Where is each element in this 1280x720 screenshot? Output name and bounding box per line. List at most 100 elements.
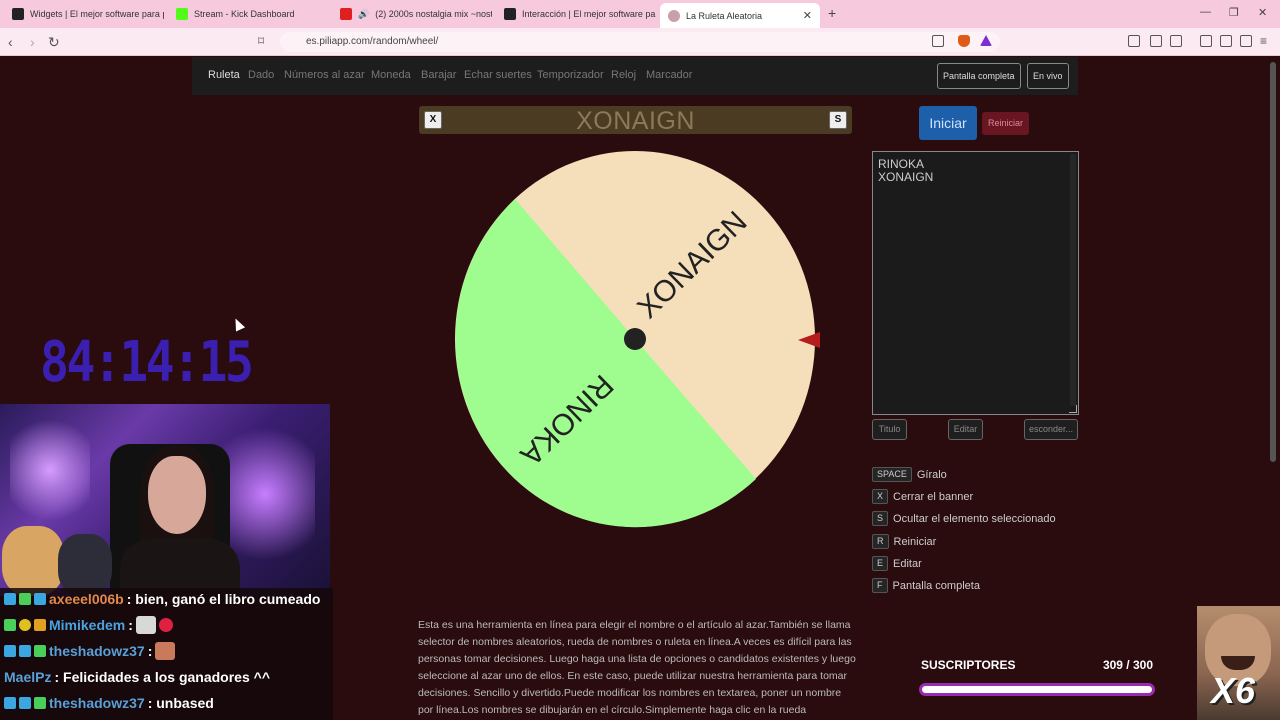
extensions-icon[interactable] <box>1150 35 1162 47</box>
description-text: Esta es una herramienta en línea para el… <box>418 619 856 716</box>
name-entry: XONAIGN <box>878 170 934 184</box>
browser-tab-bar: Widgets | El mejor software para po Stre… <box>0 0 1280 28</box>
youtube-icon <box>340 8 352 20</box>
edit-button[interactable]: Editar <box>948 419 983 440</box>
sidebar-icon[interactable] <box>1220 35 1232 47</box>
live-button[interactable]: En vivo <box>1027 63 1069 89</box>
shortcut-key: F <box>872 578 888 593</box>
chat-overlay: axeeel006b : bien, ganó el libro cumeado… <box>0 588 333 720</box>
tab-label: Interacción | El mejor software para <box>522 9 656 19</box>
subscriber-goal: SUSCRIPTORES 309 / 300 <box>914 654 1160 702</box>
back-icon[interactable]: ‹ <box>8 34 13 50</box>
shortcut-f: F Pantalla completa <box>872 578 980 593</box>
url-text: es.piliapp.com/random/wheel/ <box>306 36 439 47</box>
chat-username: MaelPz <box>4 669 52 685</box>
menu-icon[interactable]: ≡ <box>1260 34 1267 48</box>
chat-text: : unbased <box>147 695 214 711</box>
badge-icon <box>19 697 31 709</box>
nav-barajar[interactable]: Barajar <box>421 69 456 81</box>
brave-shield-icon[interactable] <box>958 35 970 47</box>
shortcut-key: SPACE <box>872 467 912 482</box>
title-button[interactable]: Titulo <box>872 419 907 440</box>
badge-icon <box>4 697 16 709</box>
chat-message: theshadowz37 : unbased <box>4 692 214 714</box>
resize-handle-icon[interactable] <box>1069 405 1077 413</box>
badge-icon <box>4 593 16 605</box>
result-banner: X XONAIGN S <box>419 106 852 135</box>
shortcut-label: Reiniciar <box>893 535 937 548</box>
browser-tab[interactable]: Widgets | El mejor software para po <box>4 3 164 25</box>
subs-count: 309 / 300 <box>1102 658 1153 672</box>
bookmark-icon[interactable]: ⌑ <box>258 34 264 48</box>
minimize-button[interactable]: — <box>1200 6 1211 18</box>
browser-toolbar: ‹ › ↻ ⌑ es.piliapp.com/random/wheel/ ≡ <box>0 28 1280 56</box>
reload-icon[interactable]: ↻ <box>48 34 60 51</box>
chat-username: axeeel006b <box>49 591 124 607</box>
chat-message: axeeel006b : bien, ganó el libro cumeado <box>4 588 320 610</box>
shortcut-key: S <box>872 511 889 526</box>
tab-label: Stream - Kick Dashboard <box>194 9 295 19</box>
badge-icon <box>34 593 46 605</box>
address-bar[interactable]: es.piliapp.com/random/wheel/ <box>280 32 1000 52</box>
chat-username: Mimikedem <box>49 617 126 633</box>
page-scrollbar[interactable] <box>1270 62 1276 462</box>
nav-reloj[interactable]: Reloj <box>611 69 636 81</box>
nav-ruleta[interactable]: Ruleta <box>208 69 240 81</box>
wheel-pointer <box>798 332 820 348</box>
browser-tab[interactable]: Stream - Kick Dashboard <box>168 3 328 25</box>
close-window-button[interactable]: ✕ <box>1258 6 1267 19</box>
fullscreen-button[interactable]: Pantalla completa <box>937 63 1021 89</box>
nav-marcador[interactable]: Marcador <box>646 69 692 81</box>
nav-numeros[interactable]: Números al azar <box>284 69 365 81</box>
close-tab-icon[interactable]: ✕ <box>803 9 812 22</box>
piliapp-icon <box>668 9 680 22</box>
screenshot-icon[interactable] <box>1170 35 1182 47</box>
badge-icon <box>34 645 46 657</box>
hide-selected-button[interactable]: S <box>829 111 847 129</box>
wheel[interactable]: XONAIGN RINOKA <box>454 150 816 528</box>
forward-icon[interactable]: › <box>30 34 35 50</box>
nav-echar-suertes[interactable]: Echar suertes <box>464 69 532 81</box>
shortcut-label: Editar <box>893 557 922 570</box>
badge-icon <box>19 619 31 631</box>
leo-ai-icon[interactable] <box>1240 35 1252 47</box>
subs-label: SUSCRIPTORES <box>921 658 1016 672</box>
chat-text: : Felicidades a los ganadores ^^ <box>54 669 270 685</box>
browser-tab[interactable]: Interacción | El mejor software para <box>496 3 656 25</box>
browser-tab[interactable]: 🔊 (2) 2000s nostalgia mix ~nostalg <box>332 3 492 25</box>
cat-emote-icon <box>135 616 156 634</box>
reset-button[interactable]: Reiniciar <box>982 112 1029 135</box>
browser-tab-active[interactable]: La Ruleta Aleatoria ✕ <box>660 3 820 28</box>
tab-label: (2) 2000s nostalgia mix ~nostalg <box>375 9 492 19</box>
nav-moneda[interactable]: Moneda <box>371 69 411 81</box>
chat-text: : bien, ganó el libro cumeado <box>126 591 321 607</box>
hide-button[interactable]: esconder... <box>1024 419 1078 440</box>
nav-temporizador[interactable]: Temporizador <box>537 69 604 81</box>
start-button[interactable]: Iniciar <box>919 106 977 140</box>
streamer-face <box>148 456 206 534</box>
badge-icon <box>4 619 16 631</box>
restore-button[interactable]: ❐ <box>1229 6 1239 19</box>
shortcut-label: Ocultar el elemento seleccionado <box>893 512 1056 525</box>
textarea-scrollbar[interactable] <box>1070 154 1076 406</box>
subs-progress-bar <box>919 683 1155 696</box>
media-icon[interactable] <box>1200 35 1212 47</box>
chat-message: MaelPz : Felicidades a los ganadores ^^ <box>4 666 270 688</box>
gem-emote-icon <box>158 618 173 632</box>
rewards-icon[interactable] <box>980 35 992 46</box>
names-textarea[interactable]: RINOKA XONAIGN <box>872 151 1079 415</box>
new-tab-button[interactable]: + <box>828 5 836 21</box>
share-icon[interactable] <box>932 35 944 47</box>
shortcut-label: Cerrar el banner <box>893 490 974 503</box>
chat-text: : <box>147 643 153 659</box>
shortcut-s: S Ocultar el elemento seleccionado <box>872 511 1056 526</box>
shortcut-x: X Cerrar el banner <box>872 489 973 504</box>
incognito-icon[interactable] <box>1128 35 1140 47</box>
shortcut-label: Gíralo <box>916 468 947 481</box>
badge-icon <box>4 645 16 657</box>
tab-label: Widgets | El mejor software para po <box>30 9 164 19</box>
streamlabs-icon <box>12 8 24 20</box>
shortcut-key: R <box>872 534 889 549</box>
nav-dado[interactable]: Dado <box>248 69 274 81</box>
shortcut-e: E Editar <box>872 556 922 571</box>
